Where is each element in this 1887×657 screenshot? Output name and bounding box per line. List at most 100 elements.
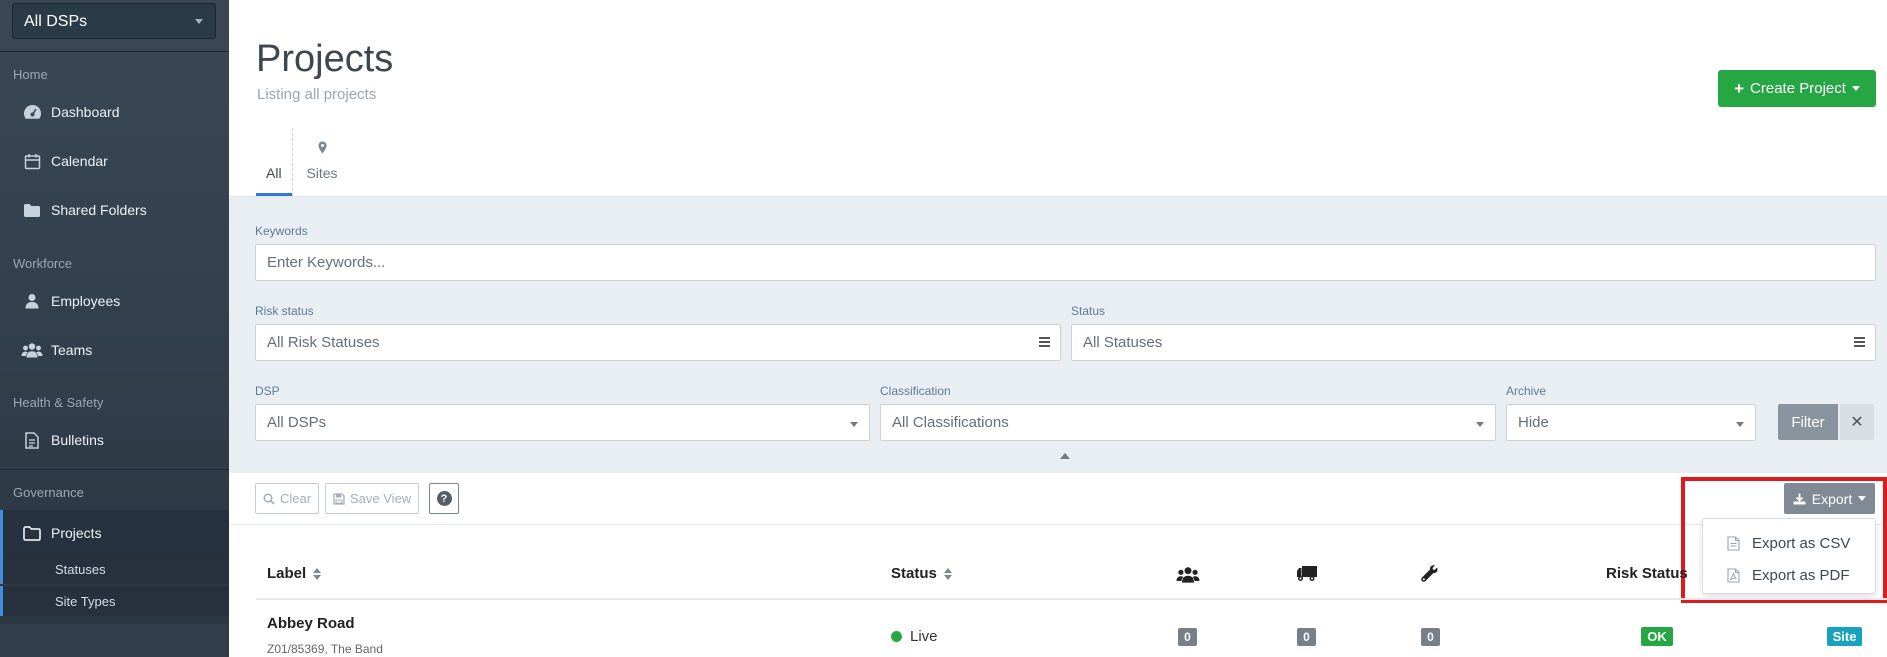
teams-count-badge: 0: [1178, 628, 1197, 646]
archive-value: Hide: [1518, 414, 1549, 431]
sort-icon: [943, 567, 952, 581]
clear-button[interactable]: Clear: [255, 483, 320, 514]
map-pin-icon: [302, 141, 342, 157]
sidebar-item-projects[interactable]: Projects: [0, 510, 229, 556]
chevron-down-icon: [1736, 422, 1744, 427]
tab-divider: [292, 128, 293, 196]
tools-count-badge: 0: [1421, 628, 1440, 646]
classification-label: Classification: [880, 384, 951, 398]
sidebar-item-label: Shared Folders: [51, 202, 147, 218]
column-header-label[interactable]: Label: [267, 565, 322, 582]
tab-all[interactable]: All: [256, 156, 292, 196]
sidebar-item-dashboard[interactable]: Dashboard: [0, 92, 229, 132]
divider: [256, 598, 1887, 600]
divider: [0, 51, 229, 52]
column-header-status[interactable]: Status: [891, 565, 952, 582]
clear-filters-button[interactable]: ✕: [1840, 404, 1874, 440]
chevron-down-icon: [1476, 422, 1484, 427]
close-icon: ✕: [1850, 414, 1864, 431]
dsp-select[interactable]: All DSPs: [12, 3, 216, 39]
sort-icon: [313, 567, 322, 581]
status-value: All Statuses: [1083, 334, 1163, 351]
save-view-label: Save View: [350, 491, 412, 506]
row-status: Live: [891, 628, 938, 645]
page-subtitle: Listing all projects: [257, 86, 377, 103]
sidebar-footer: [0, 624, 229, 657]
plus-icon: +: [1734, 78, 1745, 98]
column-header-tools: [1421, 565, 1439, 588]
column-header-vehicles: [1296, 565, 1318, 587]
user-icon: [20, 293, 44, 309]
section-label-health-safety: Health & Safety: [13, 395, 104, 410]
divider: [0, 469, 229, 470]
row-status-text: Live: [910, 628, 938, 645]
risk-status-select[interactable]: All Risk Statuses: [255, 324, 1061, 361]
sidebar-item-label: Calendar: [51, 153, 108, 169]
dsp-select-value: All DSPs: [24, 13, 88, 30]
status-dot-icon: [891, 631, 902, 642]
archive-select[interactable]: Hide: [1506, 404, 1756, 441]
tab-sites[interactable]: Sites: [302, 138, 342, 196]
users-icon: [20, 342, 44, 358]
classification-value: All Classifications: [892, 414, 1009, 431]
type-badge: Site: [1827, 627, 1862, 646]
archive-label: Archive: [1506, 384, 1547, 398]
chevron-down-icon: [195, 19, 203, 24]
row-label[interactable]: Abbey Road: [267, 615, 355, 632]
dsp-label: DSP: [255, 384, 280, 398]
divider: [229, 524, 1887, 525]
sidebar-item-label: Teams: [51, 342, 93, 358]
vehicles-count-badge: 0: [1297, 628, 1316, 646]
wrench-icon: [1421, 565, 1439, 588]
dsp-filter-select[interactable]: All DSPs: [255, 404, 870, 441]
section-label-workforce: Workforce: [13, 256, 72, 271]
clear-label: Clear: [280, 491, 312, 506]
column-header-text: Risk Status: [1606, 565, 1688, 582]
chevron-down-icon: [1851, 86, 1860, 91]
search-icon: [263, 492, 275, 505]
section-label-governance: Governance: [13, 485, 84, 500]
classification-select[interactable]: All Classifications: [880, 404, 1496, 441]
sidebar-item-employees[interactable]: Employees: [0, 281, 229, 321]
truck-icon: [1296, 565, 1318, 587]
row-sublabel: Z01/85369, The Band: [267, 642, 383, 656]
help-button[interactable]: ?: [429, 483, 459, 514]
sidebar-item-calendar[interactable]: Calendar: [0, 141, 229, 181]
column-header-risk-status[interactable]: Risk Status: [1606, 565, 1688, 582]
dsp-filter-value: All DSPs: [267, 414, 327, 431]
create-project-button[interactable]: + Create Project: [1718, 70, 1876, 107]
sidebar-item-statuses[interactable]: Statuses: [0, 554, 229, 584]
risk-status-label: Risk status: [255, 304, 314, 318]
keywords-input[interactable]: Enter Keywords...: [255, 244, 1876, 281]
sidebar-item-site-types[interactable]: Site Types: [0, 586, 229, 616]
filter-button[interactable]: Filter: [1778, 404, 1838, 440]
folder-icon: [20, 203, 44, 218]
column-header-text: Label: [267, 565, 307, 582]
users-icon: [1176, 565, 1200, 589]
tab-label: Sites: [306, 165, 338, 181]
save-view-button[interactable]: Save View: [325, 483, 420, 514]
risk-status-badge: OK: [1641, 627, 1673, 646]
folder-open-icon: [20, 525, 44, 541]
list-icon: [1039, 337, 1050, 349]
keywords-label: Keywords: [255, 224, 308, 238]
calendar-icon: [20, 153, 44, 170]
sidebar-item-teams[interactable]: Teams: [0, 330, 229, 370]
sidebar-item-label: Bulletins: [51, 432, 104, 448]
create-project-label: Create Project: [1750, 80, 1846, 97]
sidebar-item-label: Employees: [51, 293, 121, 309]
sidebar-item-label: Projects: [51, 525, 102, 541]
sidebar-item-bulletins[interactable]: Bulletins: [0, 420, 229, 460]
sidebar-item-shared-folders[interactable]: Shared Folders: [0, 190, 229, 230]
tab-label: All: [266, 165, 282, 181]
sidebar-item-label: Statuses: [55, 561, 106, 577]
collapse-filters-icon[interactable]: [1060, 453, 1070, 459]
status-select[interactable]: All Statuses: [1071, 324, 1876, 361]
app-root: All DSPs Home Dashboard Calendar Shared …: [0, 0, 1887, 657]
column-header-text: Status: [891, 565, 937, 582]
section-label-home: Home: [13, 67, 48, 82]
risk-status-value: All Risk Statuses: [267, 334, 380, 351]
document-icon: [20, 431, 44, 449]
question-icon: ?: [436, 491, 452, 506]
chevron-down-icon: [850, 422, 858, 427]
